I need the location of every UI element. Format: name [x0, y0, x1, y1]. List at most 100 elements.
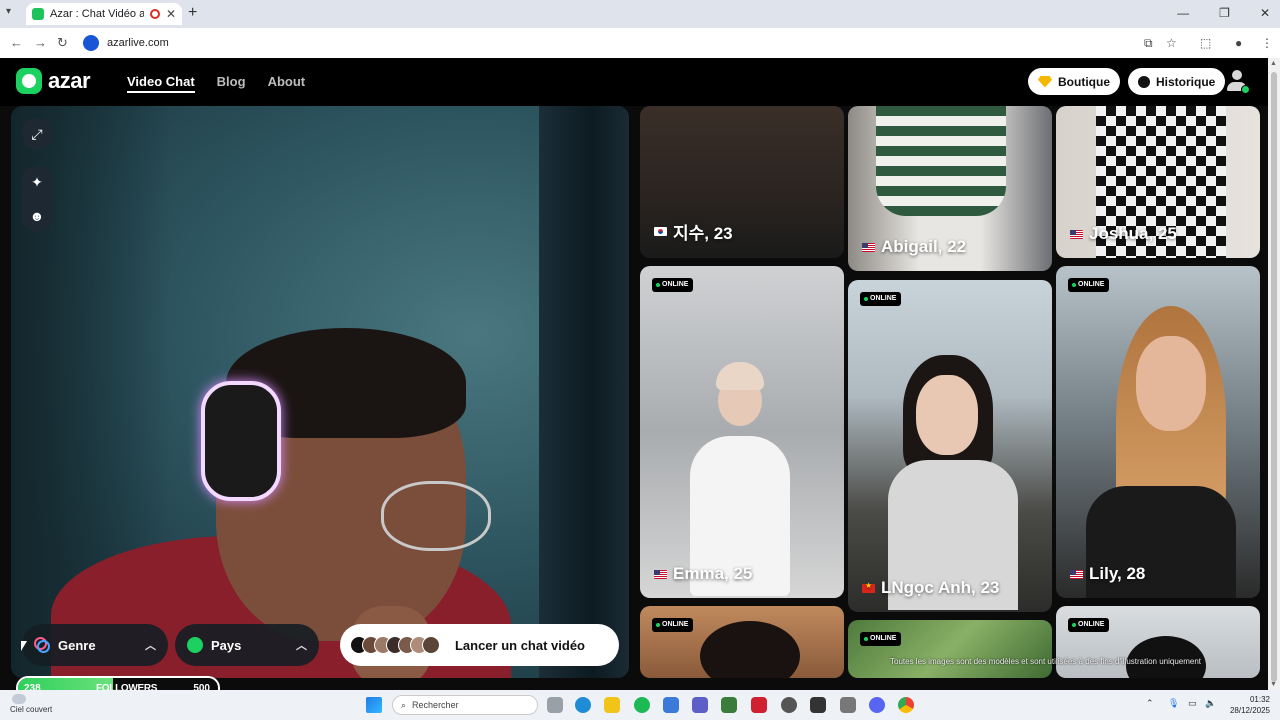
logo-text: azar [48, 68, 91, 93]
weather-cloud-icon[interactable] [12, 694, 26, 704]
file-explorer-icon[interactable] [604, 697, 620, 713]
weather-text[interactable]: Ciel couvert [10, 705, 52, 714]
page-scrollbar[interactable]: ▲ ▼ [1268, 58, 1280, 690]
historique-label: Historique [1156, 74, 1216, 89]
address-bar-row: ← → ↻ azarlive.com ⧉ ☆ ⬚ ● ⋮ [0, 28, 1280, 58]
start-video-chat-button[interactable]: Lancer un chat vidéo [340, 624, 619, 666]
scrollbar-thumb[interactable] [1271, 72, 1277, 682]
chevron-up-icon: ︿ [296, 640, 307, 652]
volume-icon[interactable]: 🔈 [1205, 698, 1216, 709]
task-view-icon[interactable] [547, 697, 563, 713]
profile-name: LNgọc Anh, 23 [862, 578, 999, 598]
network-icon[interactable]: ▭ [1188, 698, 1197, 709]
discord-icon[interactable] [869, 697, 885, 713]
sparkle-effects-icon[interactable]: ✦ [22, 170, 52, 194]
terminal-icon[interactable] [810, 697, 826, 713]
microphone-icon[interactable]: 🎙 [1168, 698, 1179, 709]
profile-card[interactable]: ONLINE [848, 620, 1052, 678]
reload-icon[interactable]: ↻ [57, 35, 68, 51]
menu-icon[interactable]: ⋮ [1261, 36, 1273, 50]
profile-icon[interactable]: ● [1235, 36, 1242, 50]
online-badge: ONLINE [652, 278, 694, 292]
user-avatar-icon[interactable] [1226, 70, 1250, 94]
site-info-icon[interactable] [83, 35, 99, 51]
online-badge: ONLINE [652, 618, 694, 632]
online-badge: ONLINE [1068, 618, 1110, 632]
close-window-icon[interactable]: ✕ [1260, 6, 1270, 20]
flag-us-icon [654, 569, 667, 579]
url-field[interactable]: azarlive.com [80, 32, 1180, 54]
browser-tab-bar: ▾ Azar : Chat Vidéo avec de ✕ + — ❐ ✕ [0, 0, 1280, 28]
tab-search-icon[interactable]: ▾ [6, 6, 11, 17]
new-tab-button[interactable]: + [188, 4, 197, 22]
boutique-button[interactable]: Boutique [1028, 68, 1120, 95]
scroll-up-icon[interactable]: ▲ [1270, 60, 1277, 67]
teams-icon[interactable] [692, 697, 708, 713]
profile-card[interactable]: ONLINE Emma, 25 [640, 266, 844, 598]
pays-filter-button[interactable]: Pays ︿ [175, 624, 319, 666]
steam-icon[interactable] [781, 697, 797, 713]
tab-title: Azar : Chat Vidéo avec de [50, 8, 144, 20]
online-badge: ONLINE [1068, 278, 1110, 292]
genre-filter-button[interactable]: Genre ︿ [22, 624, 168, 666]
profile-card[interactable]: Joshua, 25 [1056, 106, 1260, 258]
app-icon[interactable] [751, 697, 767, 713]
store-icon[interactable] [663, 697, 679, 713]
profile-name: Joshua, 25 [1070, 224, 1177, 244]
profile-card[interactable]: Abigail, 22 [848, 106, 1052, 271]
globe-icon [187, 637, 203, 653]
minimize-icon[interactable]: — [1177, 6, 1189, 20]
minecraft-icon[interactable] [721, 697, 737, 713]
nav-video-chat[interactable]: Video Chat [127, 74, 195, 93]
chevron-up-icon: ︿ [145, 640, 156, 652]
profile-card[interactable]: ONLINE [1056, 606, 1260, 678]
flag-vn-icon [862, 581, 875, 593]
nav-blog[interactable]: Blog [217, 74, 246, 93]
profile-card[interactable]: ONLINE LNgọc Anh, 23 [848, 280, 1052, 612]
spotify-icon[interactable] [634, 697, 650, 713]
azar-logo[interactable]: azar [16, 68, 91, 94]
azar-logo-icon [16, 68, 42, 94]
gender-icon [34, 637, 50, 653]
online-badge: ONLINE [860, 292, 902, 306]
scroll-down-icon[interactable]: ▼ [1270, 681, 1277, 688]
taskbar-clock[interactable]: 01:32 28/12/2025 [1230, 694, 1270, 716]
profile-card[interactable]: ONLINE [640, 606, 844, 678]
pays-label: Pays [211, 637, 242, 653]
mouse-cursor [21, 641, 27, 651]
maximize-icon[interactable]: ❐ [1219, 6, 1230, 20]
taskbar-search[interactable]: ⌕ Rechercher [392, 695, 538, 715]
windows-start-icon[interactable] [366, 697, 382, 713]
historique-button[interactable]: Historique [1128, 68, 1226, 95]
url-text: azarlive.com [107, 37, 169, 49]
chrome-icon[interactable] [898, 697, 914, 713]
expand-icon[interactable]: ⤢ [22, 118, 52, 150]
start-label: Lancer un chat vidéo [454, 637, 585, 653]
azar-favicon-icon [32, 8, 44, 20]
flag-us-icon [1070, 229, 1083, 239]
boutique-label: Boutique [1058, 74, 1110, 89]
edge-icon[interactable] [575, 697, 591, 713]
back-icon[interactable]: ← [10, 35, 23, 50]
profile-name: 지수, 23 [654, 219, 733, 244]
tray-chevron-icon[interactable]: ⌃ [1146, 698, 1154, 709]
flag-kr-icon [654, 227, 667, 236]
app-icon[interactable] [840, 697, 856, 713]
forward-icon[interactable]: → [34, 35, 47, 50]
browser-tab[interactable]: Azar : Chat Vidéo avec de ✕ [26, 3, 182, 25]
windows-taskbar: Ciel couvert ⌕ Rechercher ⌃ 🎙 ▭ 🔈 01:32 … [0, 690, 1280, 720]
close-tab-icon[interactable]: ✕ [166, 7, 176, 21]
local-video-feed [11, 106, 629, 678]
site-header: azar Video Chat Blog About Boutique Hist… [0, 58, 1268, 106]
flag-us-icon [1070, 569, 1083, 579]
profile-card[interactable]: ONLINE Lily, 28 [1056, 266, 1260, 598]
profile-card[interactable]: 지수, 23 [640, 106, 844, 258]
diamond-icon [1038, 75, 1052, 88]
bookmark-star-icon[interactable]: ☆ [1166, 36, 1177, 50]
extensions-icon[interactable]: ⬚ [1200, 36, 1211, 50]
profile-name: Emma, 25 [654, 564, 752, 584]
video-side-tools: ⤢ ✦ ☻ [22, 118, 52, 232]
nav-about[interactable]: About [268, 74, 306, 93]
install-app-icon[interactable]: ⧉ [1144, 36, 1153, 51]
face-mask-icon[interactable]: ☻ [22, 204, 52, 228]
